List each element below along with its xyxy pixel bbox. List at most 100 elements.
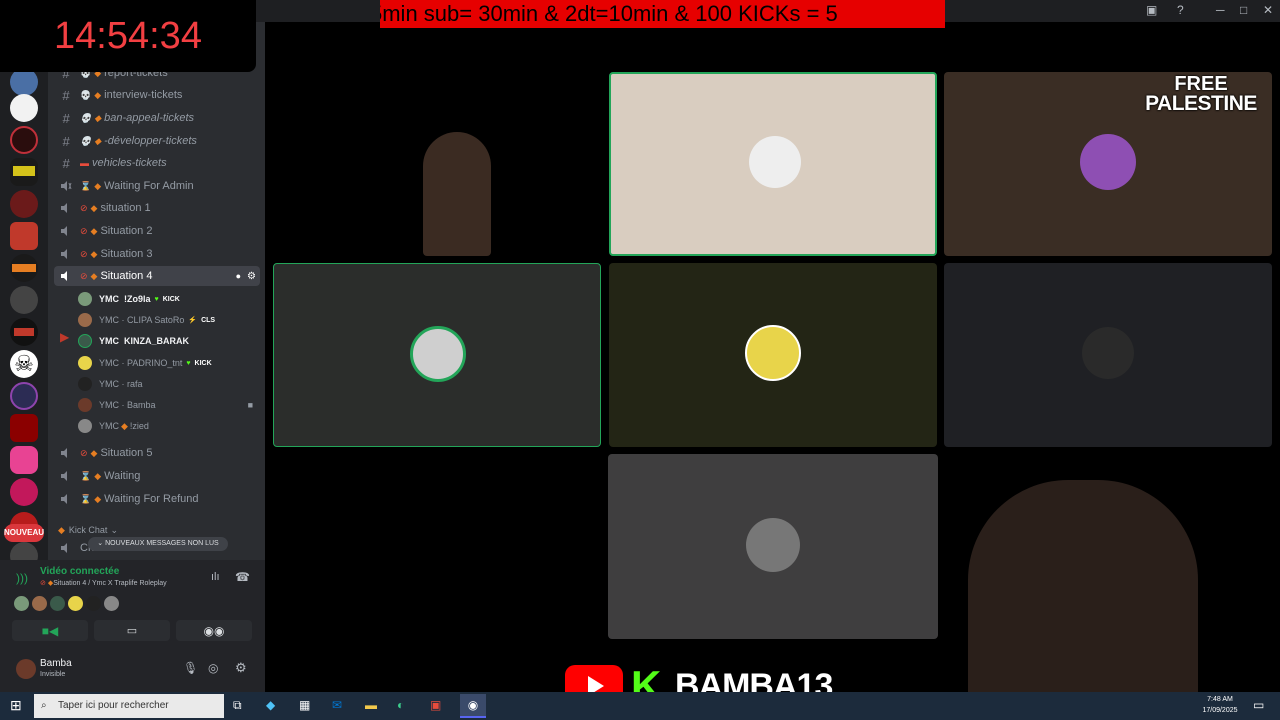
search-icon: ⌕ — [41, 700, 47, 711]
diamond-icon: ◆ — [94, 493, 102, 504]
channel-situation-5[interactable]: ⊘ ◆ Situation 5 — [58, 443, 152, 463]
microphone-icon[interactable]: 🎙 — [183, 661, 198, 675]
copilot-icon[interactable]: ◆ — [266, 698, 275, 712]
channel-situation-2[interactable]: ⊘ ◆ Situation 2 — [58, 221, 152, 241]
app-icon[interactable]: ▣ — [430, 698, 441, 712]
channel-label: situation 1 — [100, 202, 151, 214]
server-icon[interactable] — [10, 446, 38, 474]
chevron-down-icon: ⌄ — [110, 524, 118, 535]
voice-member[interactable]: YMC !Zo9la ♥ KICK — [78, 289, 180, 309]
channel-waiting[interactable]: ⌛ ◆ Waiting — [58, 466, 140, 486]
voice-member[interactable]: YMC · CLIPA SatoRo ⚡ CLS — [78, 310, 215, 330]
screen-share-icon: ▭ — [126, 625, 138, 637]
server-icon[interactable] — [10, 94, 38, 122]
taskbar-search[interactable]: ⌕ Taper ici pour rechercher — [34, 694, 224, 718]
minimize-icon[interactable]: ─ — [1216, 3, 1225, 17]
username[interactable]: Bamba — [40, 658, 72, 669]
signal-icon[interactable]: ))) — [16, 571, 28, 585]
channel-interview-tickets[interactable]: # 💀 ◆ interview-tickets — [58, 85, 182, 105]
member-prefix: YMC — [99, 400, 119, 410]
server-icon[interactable] — [10, 382, 38, 410]
channel-situation-1[interactable]: ⊘ ◆ situation 1 — [58, 198, 151, 218]
avatar[interactable] — [32, 596, 47, 611]
server-icon[interactable] — [10, 190, 38, 218]
server-icon[interactable] — [10, 286, 38, 314]
server-icon[interactable] — [10, 126, 38, 154]
settings-icon[interactable]: ⚙ — [235, 660, 247, 676]
avatar[interactable] — [104, 596, 119, 611]
help-icon[interactable]: ? — [1177, 3, 1184, 17]
speaker-icon — [58, 270, 74, 282]
channel-label: Waiting — [104, 470, 141, 482]
windows-start-icon[interactable]: ⊞ — [10, 697, 22, 714]
channel-waiting-for-refund[interactable]: ⌛ ◆ Waiting For Refund — [58, 489, 199, 509]
server-icon[interactable] — [10, 68, 38, 96]
hourglass-icon: ⌛ — [80, 493, 92, 504]
avatar[interactable] — [68, 596, 83, 611]
screen-share-button[interactable]: ▭ — [94, 620, 170, 641]
channel-ban-appeal-tickets[interactable]: # 💀 ◆ ban-appeal-tickets — [58, 108, 194, 128]
diamond-icon: ◆ — [90, 225, 98, 236]
video-tile[interactable] — [944, 263, 1272, 447]
voice-member[interactable]: YMC ◆ !zied — [78, 416, 149, 436]
voice-member[interactable]: YMC KINZA_BARAK — [78, 331, 189, 351]
server-icon[interactable] — [10, 254, 38, 282]
server-icon[interactable] — [10, 478, 38, 506]
video-tile[interactable] — [608, 454, 938, 639]
diamond-icon: ◆ — [94, 135, 102, 146]
member-name: CLIPA SatoRo — [127, 315, 185, 325]
channel-situation-3[interactable]: ⊘ ◆ Situation 3 — [58, 244, 152, 264]
discord-taskbar-icon[interactable]: ◉ — [460, 694, 486, 718]
channel-label: Waiting For Admin — [104, 180, 194, 192]
server-icon[interactable] — [10, 222, 38, 250]
folder-icon[interactable]: ▬ — [365, 698, 377, 712]
new-badge: NOUVEAU — [4, 524, 44, 542]
outlook-icon[interactable]: ✉ — [332, 698, 342, 712]
video-tile[interactable] — [609, 263, 937, 447]
voice-member[interactable]: YMC · PADRINO_tnt ♥ KICK — [78, 353, 212, 373]
free-palestine-banner: FREE PALESTINE — [1130, 74, 1272, 114]
channel-label: Situation 5 — [100, 447, 153, 459]
avatar[interactable] — [50, 596, 65, 611]
maximize-icon[interactable]: □ — [1240, 3, 1247, 17]
channel-waiting-for-admin[interactable]: ⌛ ◆ Waiting For Admin — [58, 176, 194, 196]
webcam-person — [423, 132, 491, 256]
avatar — [78, 313, 92, 327]
avatar — [1082, 327, 1134, 379]
store-icon[interactable]: ▦ — [299, 698, 310, 712]
no-entry-icon: ⊘ — [80, 248, 88, 259]
channel-vehicles-tickets[interactable]: # ▬ vehicles-tickets — [58, 153, 166, 173]
close-icon[interactable]: ✕ — [1263, 3, 1273, 17]
diamond-icon: ◆ — [58, 524, 65, 535]
disconnect-icon[interactable]: ☎ — [235, 570, 250, 584]
server-icon[interactable]: ☠ — [10, 350, 38, 378]
server-icon[interactable] — [10, 158, 38, 186]
voice-location[interactable]: ⊘ ◆Situation 4 / Ymc X Traplife Roleplay — [40, 579, 167, 587]
voice-status[interactable]: Vidéo connectée — [40, 566, 119, 577]
activity-button[interactable]: ◉◉ — [176, 620, 252, 641]
avatar[interactable] — [86, 596, 101, 611]
system-clock[interactable]: 7:48 AM 17/09/2025 — [1195, 694, 1245, 716]
channel-developper-tickets[interactable]: # 💀 ◆ -développer-tickets — [58, 131, 197, 151]
channel-label: Situation 3 — [100, 248, 153, 260]
gear-icon[interactable]: ⚙ — [247, 271, 256, 282]
camera-button[interactable]: ■◀ — [12, 620, 88, 641]
avatar[interactable] — [14, 596, 29, 611]
server-icon[interactable] — [10, 318, 38, 346]
server-icon[interactable] — [10, 414, 38, 442]
task-view-icon[interactable]: ⧉ — [233, 698, 242, 713]
chat-bubble-icon[interactable]: ● — [236, 271, 241, 281]
edge-icon[interactable]: ◐ — [397, 698, 404, 712]
video-tile[interactable] — [273, 72, 601, 256]
channel-situation-4[interactable]: ⊘ ◆ Situation 4 ● ⚙ — [54, 266, 260, 286]
user-avatar[interactable] — [16, 659, 36, 679]
inbox-icon[interactable]: ▣ — [1146, 3, 1157, 17]
soundboard-icon[interactable]: ılı — [211, 571, 220, 583]
notifications-icon[interactable]: ▭ — [1253, 698, 1264, 712]
video-tile-speaking[interactable] — [273, 263, 601, 447]
new-messages-pill[interactable]: ⌄ NOUVEAUX MESSAGES NON LUS — [88, 537, 228, 551]
video-tile-speaking[interactable] — [609, 72, 937, 256]
voice-member[interactable]: YMC · rafa — [78, 374, 143, 394]
headphones-icon[interactable]: ◎ — [208, 661, 218, 675]
voice-member[interactable]: YMC · Bamba ■ — [78, 395, 253, 415]
